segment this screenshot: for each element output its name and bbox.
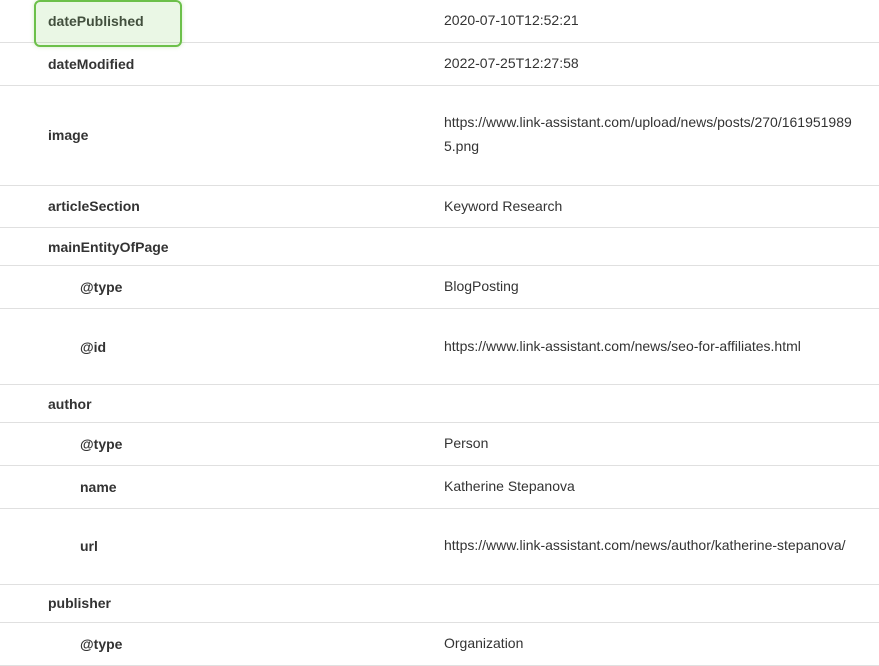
key-author-name: name <box>0 470 440 504</box>
key-author-type: @type <box>0 427 440 461</box>
value-publisher <box>440 594 879 612</box>
row-articleSection: articleSection Keyword Research <box>0 186 879 229</box>
value-image: https://www.link-assistant.com/upload/ne… <box>440 102 879 168</box>
key-mainEntityOfPage-id: @id <box>0 330 440 364</box>
rows-wrapper: datePublished 2020-07-10T12:52:21 dateMo… <box>0 0 879 666</box>
value-mainEntityOfPage-id: https://www.link-assistant.com/news/seo-… <box>440 326 879 368</box>
row-author: author <box>0 385 879 423</box>
row-author-url: url https://www.link-assistant.com/news/… <box>0 509 879 585</box>
row-image: image https://www.link-assistant.com/upl… <box>0 86 879 186</box>
value-author-type: Person <box>440 423 879 465</box>
row-dateModified: dateModified 2022-07-25T12:27:58 <box>0 43 879 86</box>
row-mainEntityOfPage: mainEntityOfPage <box>0 228 879 266</box>
key-datePublished: datePublished <box>0 4 440 38</box>
key-mainEntityOfPage-type: @type <box>0 270 440 304</box>
value-author <box>440 395 879 413</box>
row-datePublished: datePublished 2020-07-10T12:52:21 <box>0 0 879 43</box>
key-author-url: url <box>0 529 440 563</box>
key-publisher: publisher <box>0 586 440 620</box>
row-author-type: @type Person <box>0 423 879 466</box>
value-datePublished: 2020-07-10T12:52:21 <box>440 0 879 42</box>
value-author-url: https://www.link-assistant.com/news/auth… <box>440 525 879 567</box>
value-articleSection: Keyword Research <box>440 186 879 228</box>
value-author-name: Katherine Stepanova <box>440 466 879 508</box>
row-mainEntityOfPage-id: @id https://www.link-assistant.com/news/… <box>0 309 879 385</box>
value-dateModified: 2022-07-25T12:27:58 <box>440 43 879 85</box>
row-publisher: publisher <box>0 585 879 623</box>
row-publisher-type: @type Organization <box>0 623 879 666</box>
row-mainEntityOfPage-type: @type BlogPosting <box>0 266 879 309</box>
key-author: author <box>0 387 440 421</box>
value-mainEntityOfPage-type: BlogPosting <box>440 266 879 308</box>
row-author-name: name Katherine Stepanova <box>0 466 879 509</box>
key-image: image <box>0 118 440 152</box>
key-dateModified: dateModified <box>0 47 440 81</box>
key-articleSection: articleSection <box>0 189 440 223</box>
value-publisher-type: Organization <box>440 623 879 665</box>
value-mainEntityOfPage <box>440 238 879 256</box>
key-publisher-type: @type <box>0 627 440 661</box>
schema-table: datePublished 2020-07-10T12:52:21 dateMo… <box>0 0 879 666</box>
key-mainEntityOfPage: mainEntityOfPage <box>0 230 440 264</box>
